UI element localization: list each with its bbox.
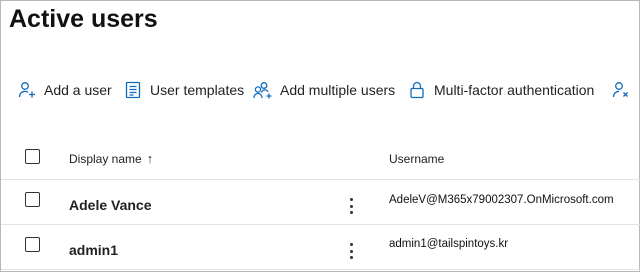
user-templates-label: User templates <box>150 82 245 98</box>
add-user-label: Add a user <box>44 82 112 98</box>
add-multiple-users-label: Add multiple users <box>280 82 396 98</box>
multi-factor-authentication-button[interactable]: Multi-factor authentication <box>407 79 594 101</box>
user-templates-button[interactable]: User templates <box>123 79 244 101</box>
page-title: Active users <box>9 5 158 33</box>
row-checkbox[interactable] <box>25 192 40 207</box>
delete-user-button[interactable] <box>611 79 638 101</box>
display-name-header-label: Display name <box>69 152 142 166</box>
select-all-checkbox[interactable] <box>25 149 40 164</box>
add-multiple-users-button[interactable]: Add multiple users <box>253 79 395 101</box>
username-cell: AdeleV@M365x79002307.OnMicrosoft.com <box>389 194 614 206</box>
more-actions-icon[interactable] <box>344 242 358 260</box>
lock-icon <box>407 80 427 100</box>
row-checkbox[interactable] <box>25 237 40 252</box>
username-cell: admin1@tailspintoys.kr <box>389 238 509 250</box>
table-header: Display name ↑ Username <box>1 139 640 180</box>
more-actions-icon[interactable] <box>344 197 358 215</box>
delete-user-icon <box>611 80 631 100</box>
display-name-cell[interactable]: admin1 <box>69 242 118 258</box>
command-bar: Add a user User templates Add multiple u… <box>1 67 640 111</box>
sort-ascending-icon: ↑ <box>146 151 154 166</box>
multi-factor-authentication-label: Multi-factor authentication <box>434 82 595 98</box>
display-name-column-header[interactable]: Display name ↑ <box>69 151 153 166</box>
add-user-icon <box>17 80 37 100</box>
username-column-header[interactable]: Username <box>389 152 444 166</box>
table-row[interactable]: Adele Vance AdeleV@M365x79002307.OnMicro… <box>1 180 640 225</box>
template-icon <box>123 80 143 100</box>
add-user-button[interactable]: Add a user <box>17 79 112 101</box>
add-multiple-users-icon <box>253 80 273 100</box>
display-name-cell[interactable]: Adele Vance <box>69 197 152 213</box>
table-row[interactable]: admin1 admin1@tailspintoys.kr <box>1 225 640 270</box>
